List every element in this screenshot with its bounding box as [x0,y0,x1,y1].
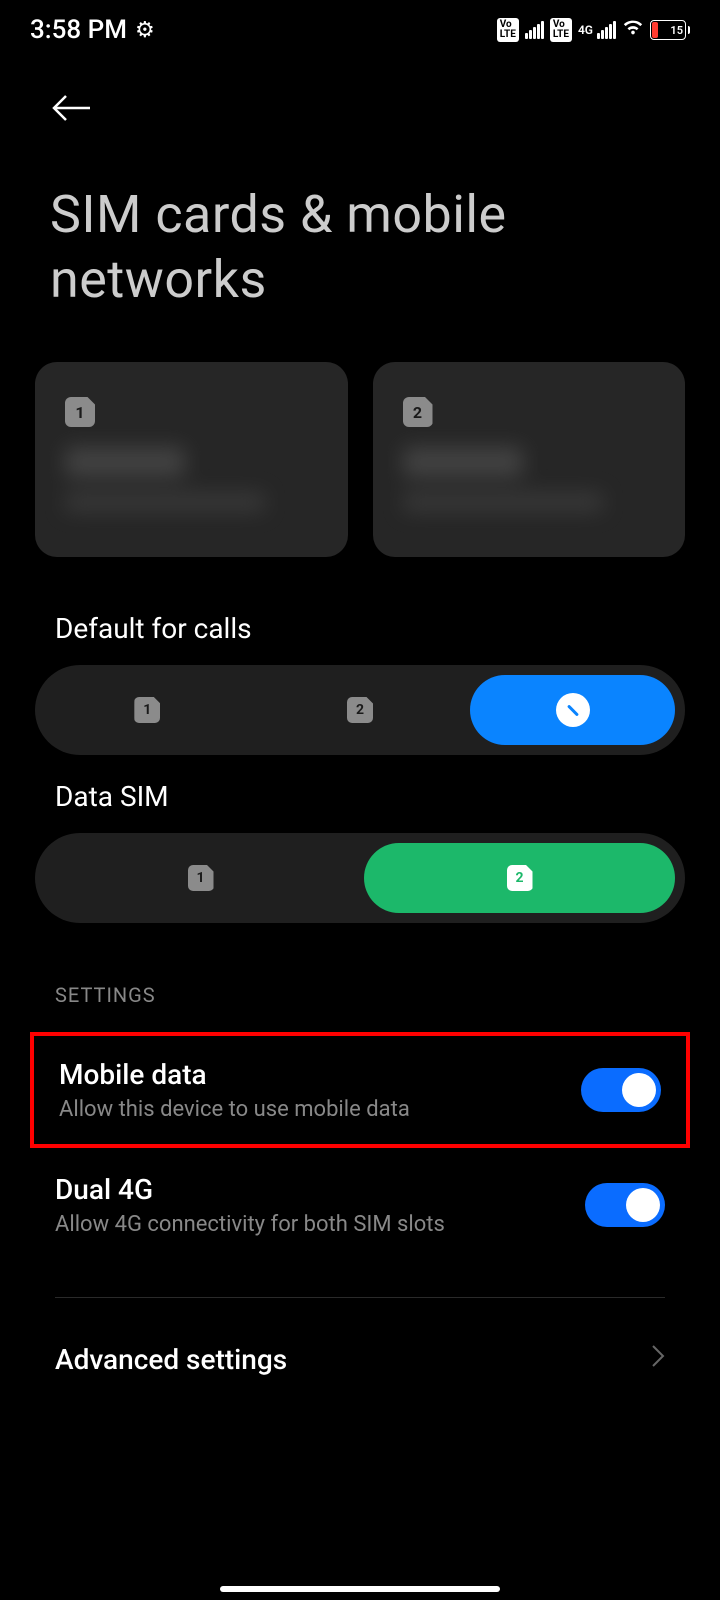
data-sim-selector: 1 2 [35,833,685,923]
divider [55,1297,665,1298]
dual-4g-title: Dual 4G [55,1173,585,1206]
settings-header: SETTINGS [0,923,720,1032]
mobile-data-row[interactable]: Mobile data Allow this device to use mob… [30,1032,690,1148]
volte-icon: VoLTE [497,18,519,42]
sim-chip-icon: 2 [347,697,373,723]
mobile-data-info: Mobile data Allow this device to use mob… [59,1058,581,1122]
battery-indicator: 15 [650,20,690,40]
advanced-settings-row[interactable]: Advanced settings [0,1308,720,1411]
mobile-data-subtitle: Allow this device to use mobile data [59,1097,581,1122]
page-title: SIM cards & mobile networks [50,182,670,312]
chevron-right-icon [651,1344,665,1375]
sim-card-1[interactable]: 1 [35,362,348,557]
sim-chip-icon: 1 [65,397,95,427]
data-sim-sim2[interactable]: 2 [364,843,675,913]
default-calls-sim2[interactable]: 2 [258,675,463,745]
advanced-settings-title: Advanced settings [55,1343,287,1376]
default-calls-none[interactable] [470,675,675,745]
sim-cards-container: 1 2 [0,322,720,587]
sim-chip-icon: 1 [134,697,160,723]
default-calls-selector: 1 2 [35,665,685,755]
mobile-data-title: Mobile data [59,1058,581,1091]
header: SIM cards & mobile networks [0,60,720,322]
dual-4g-toggle[interactable] [585,1183,665,1227]
sim-chip-icon: 2 [403,397,433,427]
data-sim-label: Data SIM [0,755,720,833]
toggle-thumb [622,1073,656,1107]
status-bar: 3:58 PM ⚙ VoLTE VoLTE 4G 15 [0,0,720,60]
wifi-icon [622,16,644,44]
sim-details-blurred [403,447,656,527]
dual-4g-info: Dual 4G Allow 4G connectivity for both S… [55,1173,585,1237]
status-time: 3:58 PM [30,15,127,45]
toggle-thumb [626,1188,660,1222]
data-sim-sim1[interactable]: 1 [45,843,356,913]
signal-bars-icon [597,21,616,39]
no-default-icon [556,693,590,727]
volte-icon: VoLTE [550,18,572,42]
sim-card-2[interactable]: 2 [373,362,686,557]
dual-4g-row[interactable]: Dual 4G Allow 4G connectivity for both S… [0,1148,720,1262]
status-right: VoLTE VoLTE 4G 15 [497,16,690,44]
signal-bars-icon [525,21,544,39]
gear-icon: ⚙ [135,18,155,43]
home-indicator[interactable] [220,1586,500,1592]
sim-chip-icon: 2 [507,865,533,891]
mobile-data-toggle[interactable] [581,1068,661,1112]
back-button[interactable] [50,90,92,132]
status-left: 3:58 PM ⚙ [30,15,155,45]
dual-4g-subtitle: Allow 4G connectivity for both SIM slots [55,1212,585,1237]
sim-details-blurred [65,447,318,527]
sim-chip-icon: 1 [188,865,214,891]
default-calls-sim1[interactable]: 1 [45,675,250,745]
default-calls-label: Default for calls [0,587,720,665]
battery-level: 15 [670,24,683,37]
network-type-indicator: 4G [578,23,593,37]
